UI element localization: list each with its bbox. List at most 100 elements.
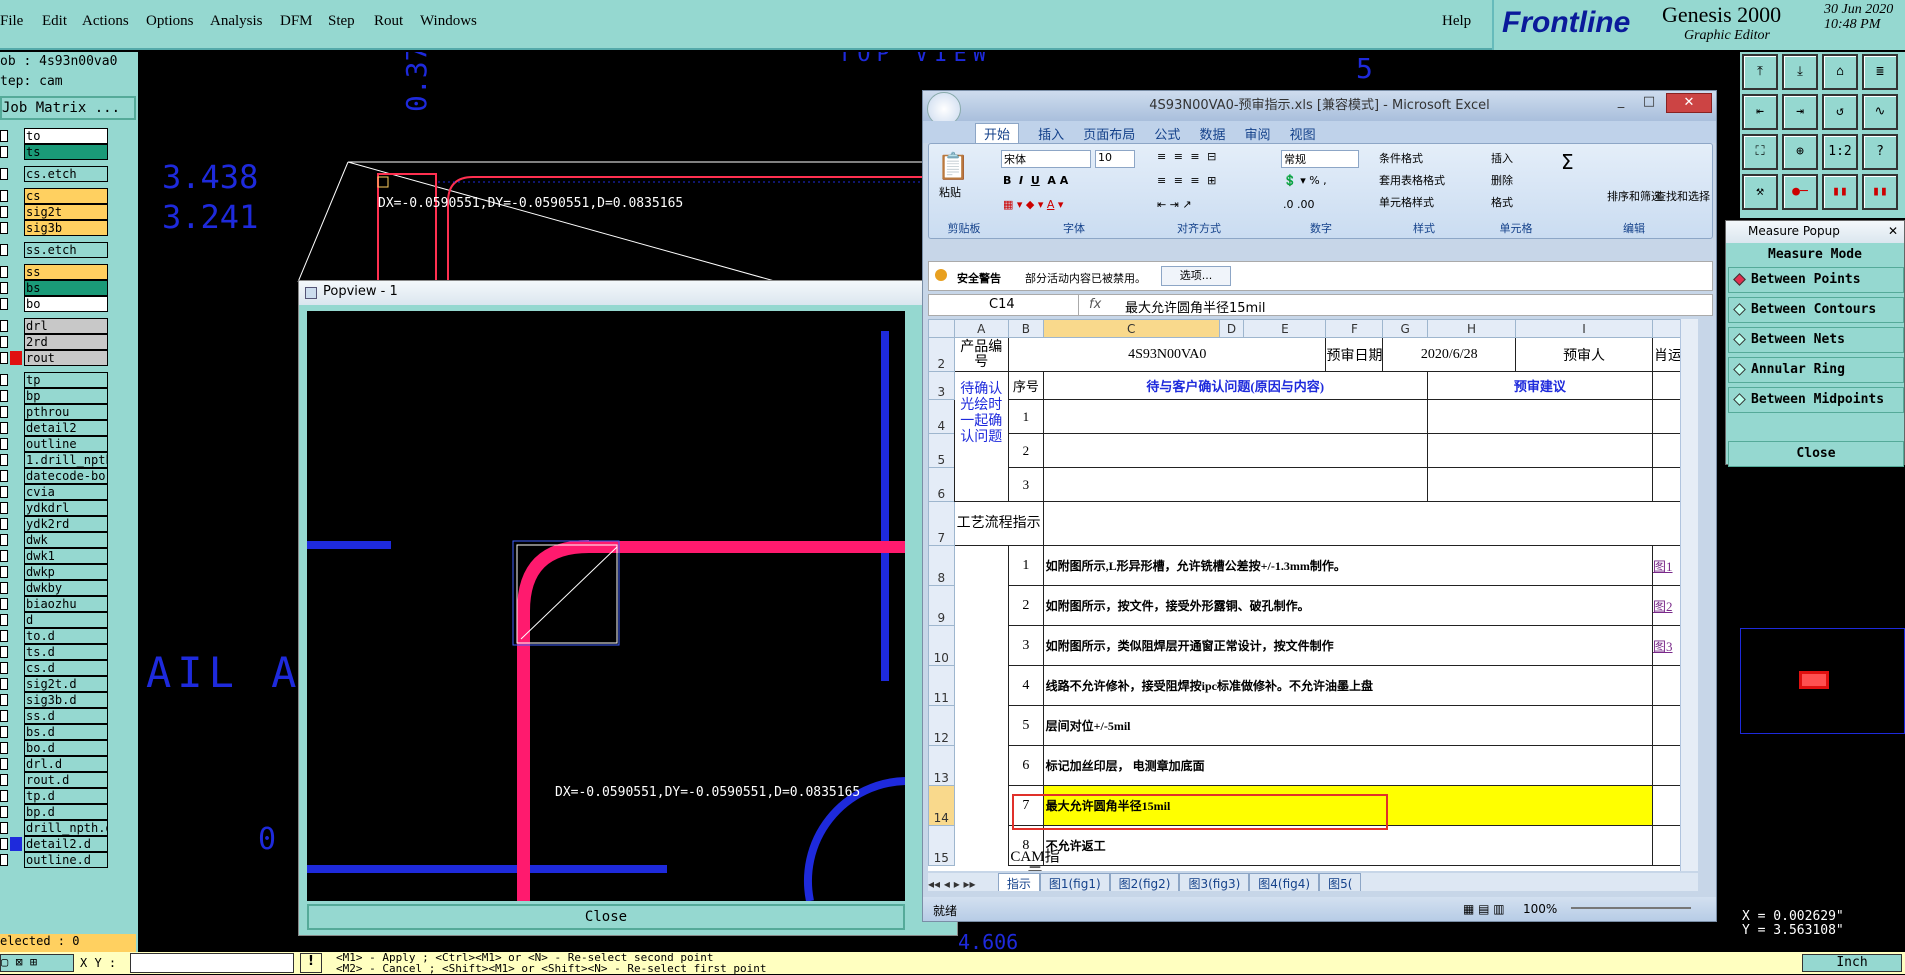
cell[interactable]: 预审日期 [1325, 337, 1384, 372]
layer-checkbox[interactable] [0, 646, 8, 658]
layer-checkbox[interactable] [0, 406, 8, 418]
row-header[interactable]: 8 [928, 545, 955, 586]
layer-row[interactable]: outline [0, 436, 110, 452]
layer-row[interactable]: cs.etch [0, 166, 110, 182]
layer-row[interactable]: sig2t [0, 204, 110, 220]
cell[interactable]: 不允许返工 [1042, 825, 1654, 866]
row-header[interactable]: 4 [928, 399, 955, 434]
layer-name[interactable]: cvia [24, 484, 108, 500]
download-icon[interactable]: ⤓ [1782, 54, 1818, 90]
column-header[interactable]: C [1042, 319, 1220, 338]
column-header[interactable]: B [1007, 319, 1044, 338]
layer-row[interactable]: ss.etch [0, 242, 110, 258]
cell[interactable]: 标记加丝印层， 电测章加底面 [1042, 745, 1654, 786]
cell[interactable]: 层间对位+/-5mil [1042, 705, 1654, 746]
cell[interactable]: 6 [1007, 745, 1044, 786]
column-header[interactable]: G [1382, 319, 1428, 338]
layer-name[interactable]: sig2t.d [24, 676, 108, 692]
layer-row[interactable]: detail2 [0, 420, 110, 436]
measure-close-button[interactable]: Close [1728, 441, 1904, 467]
layer-checkbox[interactable] [0, 374, 8, 386]
layer-row[interactable]: pthrou [0, 404, 110, 420]
layer-checkbox[interactable] [0, 678, 8, 690]
layer-checkbox[interactable] [0, 726, 8, 738]
layer-name[interactable]: detail2.d [24, 836, 108, 852]
column-header[interactable]: E [1243, 319, 1327, 338]
home-icon[interactable]: ⌂ [1822, 54, 1858, 90]
cell[interactable]: 4S93N00VA0 [1007, 337, 1327, 372]
menu-options[interactable]: Options [146, 13, 194, 30]
name-box[interactable]: C14 [929, 295, 1079, 315]
font-size-select[interactable]: 10 [1095, 150, 1135, 168]
cell[interactable] [1042, 501, 1698, 546]
layer-name[interactable]: dwk1 [24, 548, 108, 564]
layer-checkbox[interactable] [0, 206, 8, 218]
arrow-right-icon[interactable]: ⇥ [1782, 94, 1818, 130]
layer-checkbox[interactable] [0, 790, 8, 802]
layer-row[interactable]: sig3b [0, 220, 110, 236]
layer-row[interactable]: datecode-bo [0, 468, 110, 484]
column-header[interactable]: D [1218, 319, 1245, 338]
sheet-tab[interactable]: 图5( [1319, 873, 1362, 891]
options-button[interactable]: 选项... [1161, 266, 1231, 286]
tab-formulas[interactable]: 公式 [1154, 124, 1180, 143]
layer-row[interactable]: bp.d [0, 804, 110, 820]
layer-row[interactable]: cvia [0, 484, 110, 500]
sheet-tab[interactable]: 图1(fig1) [1039, 873, 1110, 891]
decimal-icons[interactable]: .0 .00 [1283, 198, 1315, 211]
layer-row[interactable]: to [0, 128, 110, 144]
row-header[interactable]: 15 [928, 825, 955, 866]
zoom-slider[interactable] [1571, 907, 1691, 909]
layer-name[interactable]: biaozhu [24, 596, 108, 612]
layer-name[interactable]: ts.d [24, 644, 108, 660]
layer-name[interactable]: ts [24, 144, 108, 160]
layers-alt-icon[interactable]: ▮▮ [1862, 174, 1898, 210]
measure-icon[interactable]: ⚒ [1742, 174, 1778, 210]
cell[interactable]: 3 [1007, 625, 1044, 666]
layer-row[interactable]: drill_npth.d [0, 820, 110, 836]
menu-windows[interactable]: Windows [420, 13, 477, 30]
popview-canvas[interactable]: DX=-0.0590551,DY=-0.0590551,D=0.0835165 [307, 311, 905, 901]
layer-name[interactable]: bo.d [24, 740, 108, 756]
layer-name[interactable]: outline.d [24, 852, 108, 868]
layer-checkbox[interactable] [0, 822, 8, 834]
minimize-icon[interactable]: _ [1608, 93, 1634, 113]
layer-row[interactable]: ts [0, 144, 110, 160]
indent-icons[interactable]: ⇤ ⇥ ↗ [1157, 198, 1192, 211]
cell[interactable]: 如附图所示,L形异形槽，允许铣槽公差按+/-1.3mm制作。 [1042, 545, 1654, 586]
layer-checkbox[interactable] [0, 146, 8, 158]
align-icons[interactable]: ≡ ≡ ≡ ⊞ [1157, 174, 1218, 187]
font-color-icon[interactable]: ▦ ▾ ◆ ▾ A ▾ [1003, 198, 1063, 211]
layer-name[interactable]: ydk2rd [24, 516, 108, 532]
layer-name[interactable]: 1.drill_npth [24, 452, 108, 468]
cell[interactable]: 如附图所示，类似阻焊层开通窗正常设计，按文件制作 [1042, 625, 1654, 666]
layer-row[interactable]: drl [0, 318, 110, 334]
layer-name[interactable]: bs.d [24, 724, 108, 740]
layer-row[interactable]: sig3b.d [0, 692, 110, 708]
stack-icon[interactable]: ≣ [1862, 54, 1898, 90]
view-buttons[interactable]: ▦ ▤ ▥ [1463, 902, 1505, 916]
layer-name[interactable]: sig3b.d [24, 692, 108, 708]
row-header[interactable]: 2 [928, 337, 955, 372]
layer-name[interactable]: detail2 [24, 420, 108, 436]
sheet-tab[interactable]: 图4(fig4) [1249, 873, 1320, 891]
find-select-button[interactable]: 查找和选择 [1655, 188, 1710, 204]
row-header[interactable]: 3 [928, 371, 955, 400]
layer-name[interactable]: pthrou [24, 404, 108, 420]
layer-name[interactable]: to.d [24, 628, 108, 644]
cell[interactable]: 线路不允许修补，接受阻焊按ipc标准做修补。不允许油墨上盘 [1042, 665, 1654, 706]
cell[interactable] [1042, 467, 1428, 502]
cell[interactable]: 序号 [1007, 371, 1044, 400]
layer-checkbox[interactable] [0, 190, 8, 202]
cell[interactable]: 如附图所示，按文件，接受外形露铜、破孔制作。 [1042, 585, 1654, 626]
column-header[interactable]: I [1515, 319, 1654, 338]
menu-actions[interactable]: Actions [82, 13, 129, 30]
menu-help[interactable]: Help [1442, 13, 1471, 30]
popview-titlebar[interactable]: Popview - 1 [299, 281, 957, 305]
layer-name[interactable]: drl.d [24, 756, 108, 772]
menu-dfm[interactable]: DFM [280, 13, 313, 30]
column-header[interactable]: A [953, 319, 1009, 338]
layer-row[interactable]: ts.d [0, 644, 110, 660]
layer-row[interactable]: 2rd [0, 334, 110, 350]
insert-button[interactable]: 插入 [1491, 150, 1513, 166]
